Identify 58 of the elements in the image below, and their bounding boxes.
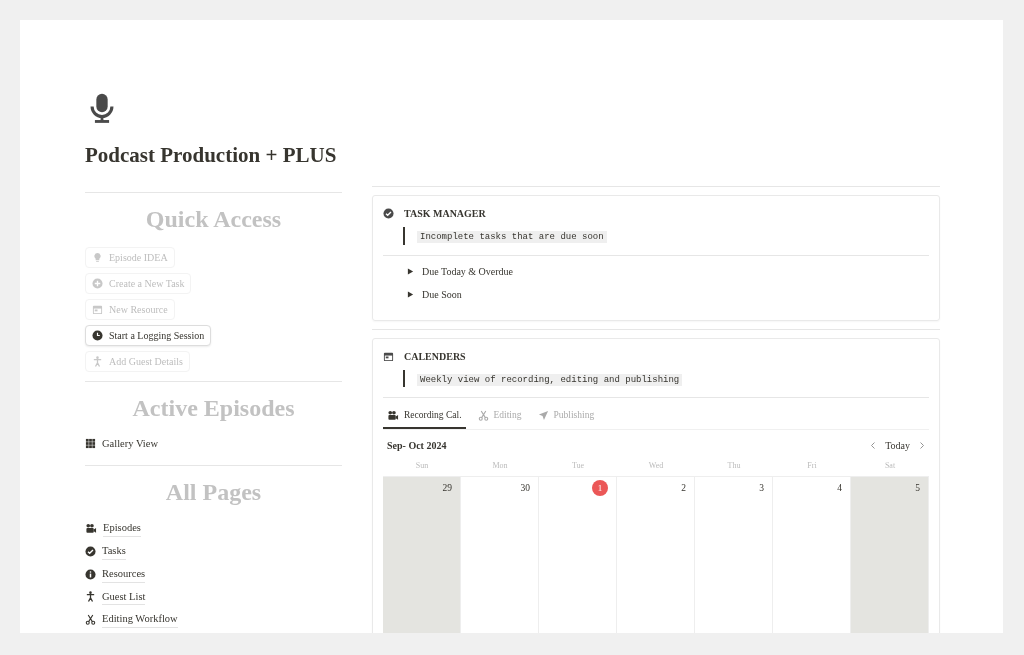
block-description: Incomplete tasks that are due soon [417, 231, 607, 243]
view-tab[interactable]: Recording Cal. [383, 404, 466, 430]
day-cell[interactable]: 30 [461, 476, 539, 633]
camera-icon [85, 523, 97, 535]
plus-icon [92, 277, 103, 289]
block-description: Weekly view of recording, editing and publishing [417, 373, 683, 386]
day-cell[interactable]: 5 [851, 476, 929, 633]
day-cell[interactable]: 29 [383, 476, 461, 633]
block-title: TASK MANAGER [404, 207, 486, 221]
page-title: Podcast Production + PLUS [85, 142, 338, 169]
next-icon[interactable] [919, 441, 925, 451]
page-link[interactable]: Editing Workflow [102, 611, 178, 628]
page-link[interactable]: Episodes [103, 520, 141, 537]
toggle-label[interactable]: Due Soon [422, 286, 462, 302]
weekday-label: Sun [414, 460, 430, 473]
today-button[interactable]: Today [884, 437, 911, 455]
info-icon [85, 568, 96, 580]
previous-icon[interactable] [870, 441, 877, 451]
scissors-icon [477, 409, 489, 421]
gallery-view-link[interactable]: Gallery View [102, 435, 159, 452]
month-label: Sep- Oct 2024 [387, 439, 447, 454]
clock-icon [92, 329, 103, 341]
day-cell[interactable]: 2 [617, 476, 695, 633]
person-icon [92, 355, 103, 367]
toggle-icon[interactable] [407, 290, 414, 298]
calendar-icon [92, 303, 103, 315]
toggle-icon[interactable] [407, 267, 414, 275]
page-link[interactable]: Guest List [102, 588, 146, 606]
scissors-icon [85, 614, 96, 626]
weekday-label: Sat [883, 460, 897, 473]
date-number: 29 [442, 482, 452, 496]
plane-icon [537, 409, 549, 421]
check-icon [85, 545, 96, 557]
date-number: 3 [759, 482, 764, 496]
page-link[interactable]: Tasks [102, 543, 126, 560]
page-link[interactable]: Resources [102, 565, 146, 583]
date-number: 5 [915, 482, 920, 496]
camera-icon [387, 409, 399, 421]
weekday-label: Mon [491, 460, 509, 473]
date-number: 2 [681, 482, 686, 496]
section-heading: Active Episodes [131, 393, 296, 423]
person-icon [85, 591, 96, 603]
day-cell[interactable]: 3 [695, 476, 773, 633]
quick-access-button[interactable]: Start a Logging Session [85, 324, 212, 346]
weekday-label: Tue [570, 460, 586, 473]
today-date-badge: 1 [592, 480, 608, 497]
bulb-icon [92, 251, 103, 263]
weekday-label: Wed [647, 460, 665, 473]
section-heading: All Pages [164, 478, 263, 508]
weekday-label: Fri [806, 460, 818, 473]
toggle-label[interactable]: Due Today & Overdue [422, 263, 514, 279]
check-icon [383, 208, 394, 219]
calendar-icon [383, 350, 394, 362]
date-number: 4 [837, 482, 842, 496]
section-heading: Quick Access [144, 204, 283, 234]
block-title: CALENDERS [404, 349, 466, 364]
date-number: 30 [520, 482, 530, 496]
grid-icon [85, 437, 96, 449]
